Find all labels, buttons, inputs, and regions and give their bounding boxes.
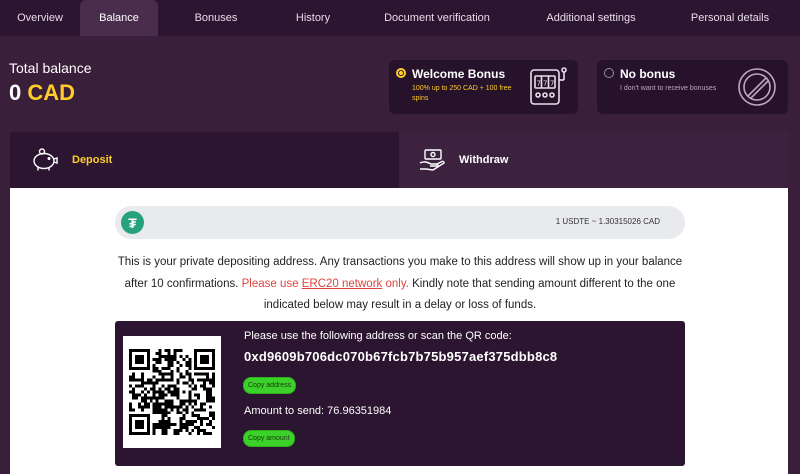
deposit-instructions: This is your private depositing address.… <box>110 252 690 317</box>
address-instruction: Please use the following address or scan… <box>244 330 512 342</box>
qr-code <box>123 336 221 448</box>
account-tabs: Overview Balance Bonuses History Documen… <box>0 0 800 36</box>
tab-overview[interactable]: Overview <box>0 0 80 36</box>
network-warning-suffix: only. <box>385 277 409 290</box>
exchange-rate: 1 USDTE ~ 1.30315026 CAD <box>555 217 660 226</box>
amount-to-send: Amount to send: 76.96351984 <box>244 405 392 417</box>
svg-text:7: 7 <box>543 80 547 88</box>
withdraw-tab[interactable]: Withdraw <box>399 132 788 188</box>
deposit-address-box: Please use the following address or scan… <box>115 321 685 466</box>
copy-address-button[interactable]: Copy address <box>243 377 297 394</box>
deposit-tab[interactable]: Deposit <box>10 132 399 188</box>
currency-selector[interactable]: ₮ 1 USDTE ~ 1.30315026 CAD <box>115 206 685 239</box>
svg-text:7: 7 <box>550 80 554 88</box>
welcome-bonus-title: Welcome Bonus <box>412 67 506 81</box>
tab-balance[interactable]: Balance <box>80 0 158 36</box>
no-bonus-description: I don't want to receive bonuses <box>620 85 717 92</box>
deposit-panel: ₮ 1 USDTE ~ 1.30315026 CAD This is your … <box>10 188 788 474</box>
erc20-network-link[interactable]: ERC20 network <box>302 278 383 290</box>
no-bonus-option[interactable]: No bonus I don't want to receive bonuses <box>597 60 788 114</box>
cash-hand-icon <box>419 148 445 172</box>
network-warning-prefix: Please use <box>241 277 299 290</box>
svg-text:7: 7 <box>537 80 541 88</box>
balance-amount: 0 <box>9 80 22 105</box>
tab-bonuses[interactable]: Bonuses <box>158 0 274 36</box>
deposit-address: 0xd9609b706dc070b67fcb7b75b957aef375dbb8… <box>244 349 558 364</box>
transaction-tabs: Deposit Withdraw <box>10 132 788 188</box>
no-bonus-title: No bonus <box>620 67 676 81</box>
deposit-label: Deposit <box>72 154 113 166</box>
tab-personal-details[interactable]: Personal details <box>660 0 800 36</box>
balance-currency: CAD <box>27 80 76 105</box>
total-balance-label: Total balance <box>9 60 92 76</box>
welcome-bonus-option[interactable]: Welcome Bonus 100% up to 250 CAD + 100 f… <box>389 60 578 114</box>
welcome-bonus-radio[interactable] <box>396 68 406 78</box>
tether-icon: ₮ <box>121 211 144 234</box>
tab-history[interactable]: History <box>274 0 352 36</box>
total-balance-value: 0 CAD <box>9 80 75 106</box>
tab-document-verification[interactable]: Document verification <box>352 0 522 36</box>
piggy-bank-icon <box>30 148 58 172</box>
slot-machine-icon: 7 7 7 <box>528 66 568 113</box>
prohibited-icon <box>736 66 778 113</box>
withdraw-label: Withdraw <box>459 154 509 166</box>
welcome-bonus-description: 100% up to 250 CAD + 100 free spins <box>412 85 512 102</box>
tab-additional-settings[interactable]: Additional settings <box>522 0 660 36</box>
no-bonus-radio[interactable] <box>604 68 614 78</box>
copy-amount-button[interactable]: Copy amount <box>243 430 295 447</box>
